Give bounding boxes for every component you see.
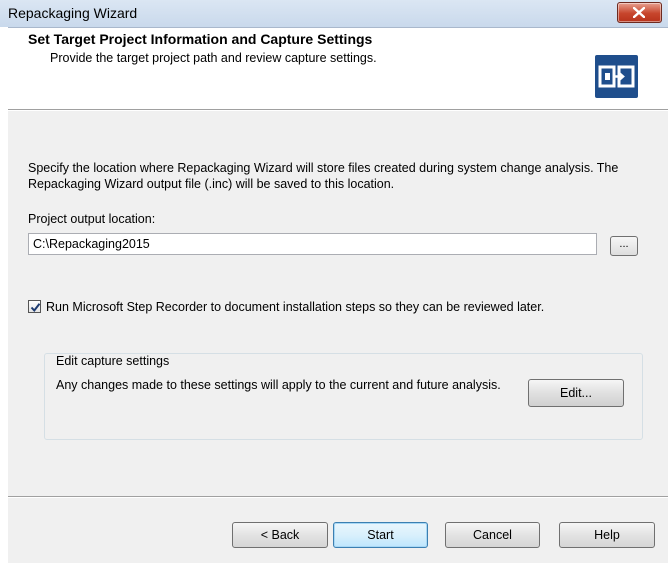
cancel-button[interactable]: Cancel <box>445 522 540 548</box>
output-location-input[interactable] <box>28 233 597 255</box>
step-recorder-label[interactable]: Run Microsoft Step Recorder to document … <box>46 300 544 314</box>
step-recorder-checkbox[interactable] <box>28 300 41 313</box>
help-button[interactable]: Help <box>559 522 655 548</box>
checkmark-icon <box>30 303 41 313</box>
wizard-logo-icon <box>595 55 638 98</box>
back-button[interactable]: < Back <box>232 522 328 548</box>
output-location-label: Project output location: <box>28 212 156 226</box>
edit-settings-button[interactable]: Edit... <box>528 379 624 407</box>
title-bar[interactable]: Repackaging Wizard <box>0 0 668 28</box>
page-subtitle: Provide the target project path and revi… <box>50 51 377 65</box>
capture-settings-title: Edit capture settings <box>54 354 172 368</box>
window-frame-left <box>0 27 8 563</box>
wizard-window: Repackaging Wizard Set Target Project In… <box>0 0 668 563</box>
page-title: Set Target Project Information and Captu… <box>28 31 373 47</box>
start-button[interactable]: Start <box>333 522 428 548</box>
description-text: Specify the location where Repackaging W… <box>28 161 619 191</box>
capture-settings-text: Any changes made to these settings will … <box>56 378 501 392</box>
window-title: Repackaging Wizard <box>8 5 138 21</box>
close-icon <box>633 7 645 18</box>
close-button[interactable] <box>617 2 662 23</box>
browse-button[interactable]: ... <box>610 236 638 256</box>
